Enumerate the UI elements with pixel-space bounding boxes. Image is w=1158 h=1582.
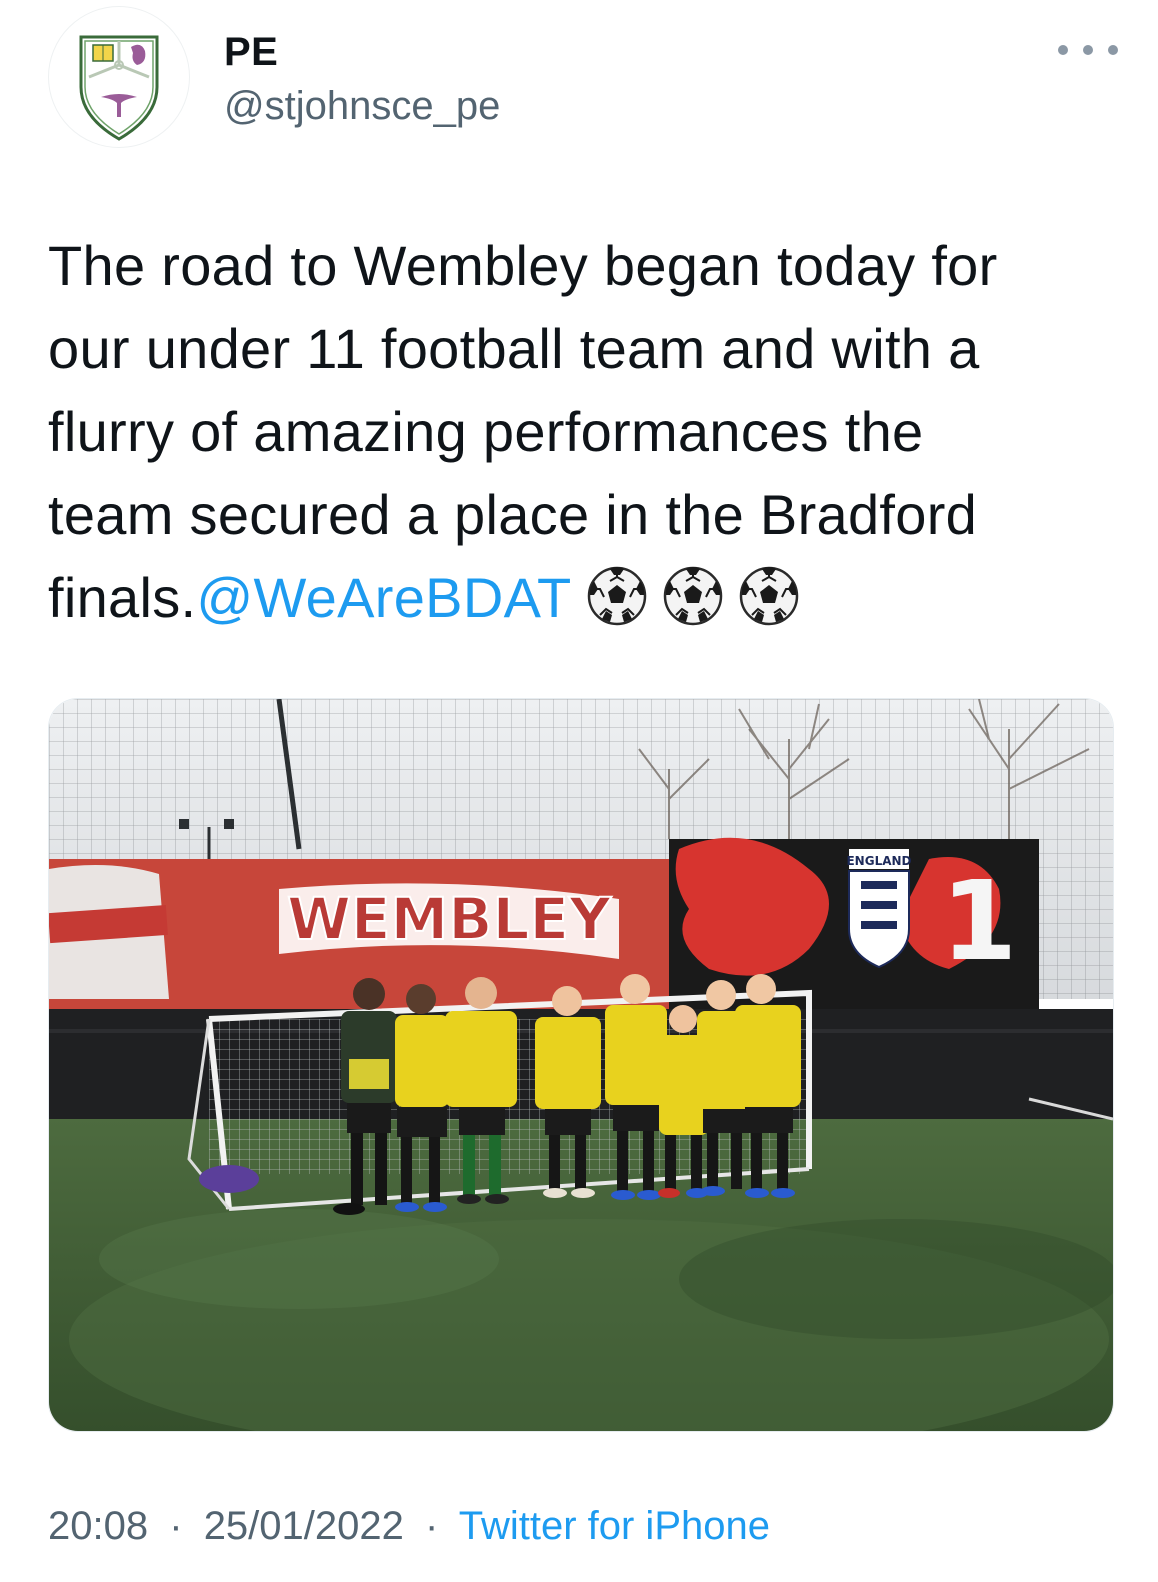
meta-separator: · — [169, 1504, 183, 1548]
school-crest-icon — [50, 8, 188, 146]
more-dot — [1083, 45, 1093, 55]
tweet-text-line: team secured a place in the Bradford — [48, 483, 978, 546]
more-options-button[interactable] — [1058, 30, 1118, 70]
tweet-photo[interactable]: WEMBLEY ENGLAND 1 — [48, 698, 1114, 1432]
author-display-name[interactable]: PE — [224, 30, 278, 75]
tweet-date[interactable]: 25/01/2022 — [204, 1504, 404, 1548]
tweet: PE @stjohnsce_pe The road to Wembley beg… — [0, 0, 1158, 1582]
wembley-banner-text: WEMBLEY — [287, 885, 612, 953]
tweet-text-finals: finals. — [48, 566, 197, 629]
tweet-text: The road to Wembley began today for our … — [48, 224, 1128, 639]
author-handle[interactable]: @stjohnsce_pe — [224, 84, 500, 129]
england-badge-text: ENGLAND — [846, 854, 911, 868]
tweet-source-link[interactable]: Twitter for iPhone — [459, 1504, 770, 1548]
team-photo-illustration: WEMBLEY ENGLAND 1 — [49, 699, 1113, 1431]
number-one-text: 1 — [941, 857, 1018, 985]
tweet-text-line: our under 11 football team and with a — [48, 317, 980, 380]
soccer-ball-icon — [586, 565, 648, 627]
avatar[interactable] — [48, 6, 190, 148]
more-dot — [1108, 45, 1118, 55]
mention-link[interactable]: @WeAreBDAT — [196, 566, 571, 629]
tweet-text-last-line: finals.@WeAreBDAT — [48, 556, 1128, 639]
wembley-banner: WEMBLEY — [279, 883, 619, 959]
more-horizontal-icon — [1058, 45, 1068, 55]
soccer-ball-icon — [738, 565, 800, 627]
tweet-meta: 20:08 · 25/01/2022 · Twitter for iPhone — [48, 1504, 770, 1549]
tweet-time[interactable]: 20:08 — [48, 1504, 148, 1548]
meta-separator: · — [425, 1504, 439, 1548]
soccer-ball-icon — [662, 565, 724, 627]
tweet-text-line: The road to Wembley began today for — [48, 234, 998, 297]
tweet-text-line: flurry of amazing performances the — [48, 400, 924, 463]
